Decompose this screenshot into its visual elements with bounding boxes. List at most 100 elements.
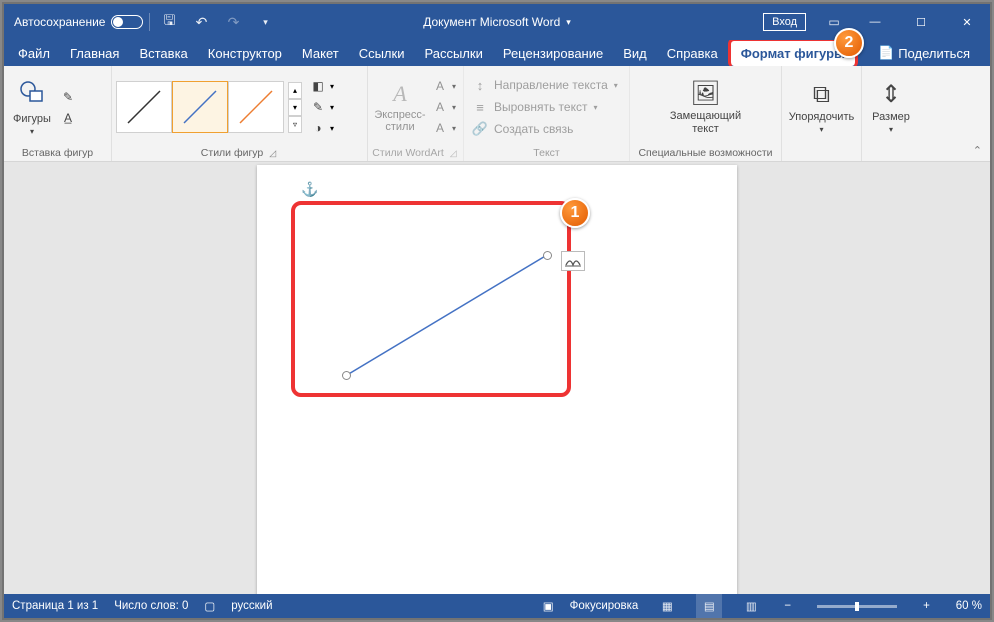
text-direction-button: ↕Направление текста▾ <box>468 74 622 96</box>
shapes-button[interactable]: Фигуры ▾ <box>8 70 56 144</box>
title-dropdown-icon[interactable]: ▾ <box>566 17 571 28</box>
align-text-button: ≡Выровнять текст▾ <box>468 96 602 118</box>
tab-insert[interactable]: Вставка <box>129 40 197 66</box>
redo-icon[interactable]: ↷ <box>220 14 246 31</box>
group-size: ⇕ Размер ▾ <box>862 66 920 161</box>
quick-styles-button: A Экспресс- стили <box>372 70 428 144</box>
group-accessibility-label: Специальные возможности <box>638 147 772 159</box>
arrange-icon: ⧉ <box>813 81 830 109</box>
tab-mailings[interactable]: Рассылки <box>414 40 492 66</box>
tab-home[interactable]: Главная <box>60 40 129 66</box>
shape-outline-icon[interactable]: ✎ <box>308 97 328 117</box>
tab-help[interactable]: Справка <box>657 40 728 66</box>
shape-styles-launcher[interactable]: ◿ <box>267 148 278 159</box>
signin-button[interactable]: Вход <box>763 13 806 31</box>
app-window: Автосохранение 🖫 ↶ ↷ ▾ Документ Microsof… <box>4 4 990 618</box>
group-shape-styles: ▴ ▾ ▿ ◧▾ ✎▾ ◑▾ Стили фигур◿ <box>112 66 368 161</box>
page[interactable]: ⚓ <box>257 165 737 594</box>
group-insert-shapes-label: Вставка фигур <box>22 147 93 159</box>
line-shape[interactable] <box>347 255 547 375</box>
tab-references[interactable]: Ссылки <box>349 40 415 66</box>
ribbon-display-icon[interactable]: ▭ <box>816 15 852 29</box>
document-title: Документ Microsoft Word <box>423 15 560 29</box>
style-swatch-2[interactable] <box>172 81 228 133</box>
annotation-badge-2: 2 <box>834 28 864 58</box>
style-swatch-3[interactable] <box>228 81 284 133</box>
share-icon: 📄 <box>878 45 894 61</box>
undo-icon[interactable]: ↶ <box>188 14 214 31</box>
text-fill-icon: A <box>430 76 450 96</box>
gallery-more-icon[interactable]: ▿ <box>288 116 302 133</box>
style-swatch-1[interactable] <box>116 81 172 133</box>
qat-customize-icon[interactable]: ▾ <box>252 17 278 28</box>
arrange-button[interactable]: ⧉ Упорядочить ▾ <box>787 70 857 144</box>
group-arrange: ⧉ Упорядочить ▾ <box>782 66 862 161</box>
tab-review[interactable]: Рецензирование <box>493 40 613 66</box>
tab-file[interactable]: Файл <box>8 40 60 66</box>
zoom-in-button[interactable]: + <box>919 600 934 612</box>
arrange-label: Упорядочить <box>789 111 854 123</box>
gallery-down-icon[interactable]: ▾ <box>288 99 302 116</box>
status-focus[interactable]: Фокусировка <box>570 600 639 612</box>
shape-handle-end[interactable] <box>543 251 552 260</box>
document-area[interactable]: ⚓ <box>4 162 990 594</box>
anchor-icon[interactable]: ⚓ <box>301 181 318 198</box>
status-page[interactable]: Страница 1 из 1 <box>12 600 98 612</box>
view-web-icon[interactable]: ▥ <box>738 594 764 618</box>
size-label: Размер <box>872 111 910 123</box>
shape-effects-icon[interactable]: ◑ <box>308 118 328 138</box>
zoom-level[interactable]: 60 % <box>956 600 982 612</box>
tab-layout[interactable]: Макет <box>292 40 349 66</box>
shape-style-gallery[interactable] <box>116 81 284 133</box>
maximize-button[interactable]: ☐ <box>898 4 944 40</box>
tab-share[interactable]: 📄 Поделиться <box>868 40 980 66</box>
quick-styles-icon: A <box>393 81 406 107</box>
status-language[interactable]: русский <box>231 600 272 612</box>
group-text: ↕Направление текста▾ ≡Выровнять текст▾ 🔗… <box>464 66 630 161</box>
text-box-icon[interactable]: A̲ <box>58 108 78 128</box>
alt-text-button[interactable]: 🖼 Замещающий текст <box>661 70 751 144</box>
zoom-slider[interactable] <box>817 605 897 608</box>
text-effects-icon: A <box>430 118 450 138</box>
spellcheck-icon[interactable]: ▢ <box>204 599 215 613</box>
share-label: Поделиться <box>898 46 970 61</box>
tab-design[interactable]: Конструктор <box>198 40 292 66</box>
group-insert-shapes: Фигуры ▾ ✎ A̲ Вставка фигур <box>4 66 112 161</box>
ribbon: Фигуры ▾ ✎ A̲ Вставка фигур ▴ ▾ <box>4 66 990 162</box>
autosave-toggle[interactable] <box>111 15 143 29</box>
autosave-label: Автосохранение <box>14 15 105 29</box>
group-accessibility: 🖼 Замещающий текст Специальные возможнос… <box>630 66 782 161</box>
size-icon: ⇕ <box>881 80 901 109</box>
edit-shape-icon[interactable]: ✎ <box>58 87 78 107</box>
align-text-icon: ≡ <box>472 100 488 115</box>
layout-options-button[interactable] <box>561 251 585 271</box>
zoom-out-button[interactable]: − <box>780 600 795 612</box>
status-words[interactable]: Число слов: 0 <box>114 600 188 612</box>
save-icon[interactable]: 🖫 <box>156 10 182 34</box>
quick-styles-label: Экспресс- стили <box>374 109 425 133</box>
statusbar: Страница 1 из 1 Число слов: 0 ▢ русский … <box>4 594 990 618</box>
view-read-icon[interactable]: ▦ <box>654 594 680 618</box>
size-button[interactable]: ⇕ Размер ▾ <box>866 70 916 144</box>
alt-text-label: Замещающий текст <box>670 110 741 134</box>
collapse-ribbon-icon[interactable]: ⌃ <box>973 144 982 157</box>
tab-view[interactable]: Вид <box>613 40 657 66</box>
shape-fill-icon[interactable]: ◧ <box>308 76 328 96</box>
annotation-badge-1: 1 <box>560 198 590 228</box>
shapes-icon <box>19 78 45 111</box>
view-print-icon[interactable]: ▤ <box>696 594 722 618</box>
close-button[interactable]: ✕ <box>944 4 990 40</box>
text-outline-icon: A <box>430 97 450 117</box>
group-wordart-label: Стили WordArt <box>372 147 443 159</box>
gallery-up-icon[interactable]: ▴ <box>288 82 302 99</box>
group-wordart: A Экспресс- стили A▾ A▾ A▾ Стили WordArt… <box>368 66 464 161</box>
group-text-label: Текст <box>533 147 559 159</box>
focus-icon[interactable]: ▣ <box>543 599 554 613</box>
shape-handle-start[interactable] <box>342 371 351 380</box>
group-shape-styles-label: Стили фигур <box>201 147 263 159</box>
alt-text-icon: 🖼 <box>690 79 720 108</box>
create-link-button: 🔗Создать связь <box>468 118 577 140</box>
link-icon: 🔗 <box>472 121 488 137</box>
text-direction-icon: ↕ <box>472 78 488 93</box>
wordart-launcher[interactable]: ◿ <box>448 148 459 159</box>
